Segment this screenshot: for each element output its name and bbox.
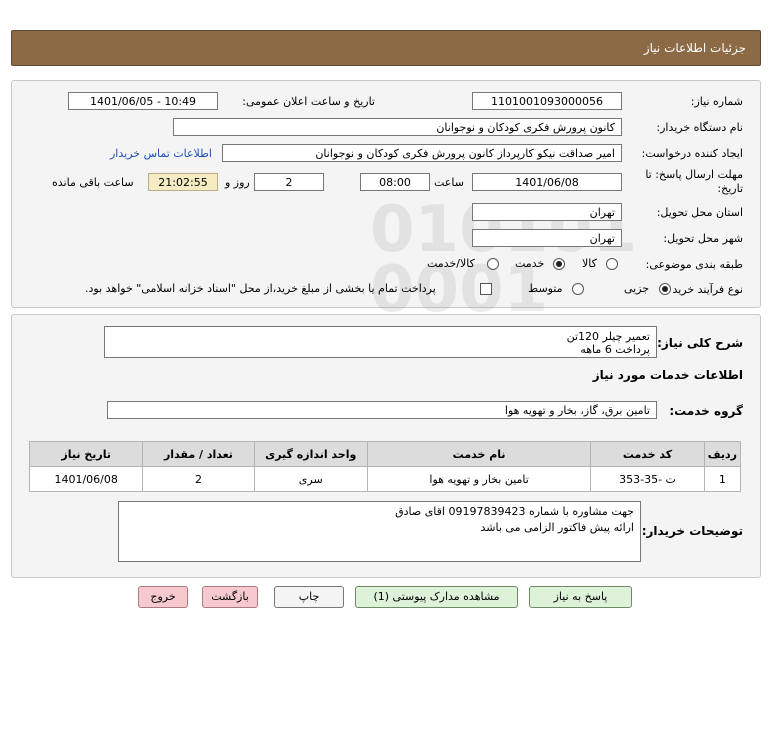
category-goods-label: کالا <box>582 257 597 270</box>
category-service-label: خدمت <box>515 257 545 270</box>
col-service-code: کد خدمت <box>590 441 705 467</box>
announce-datetime-label: تاریخ و ساعت اعلان عمومی: <box>242 95 375 108</box>
buyer-notes-line2: ارائه پیش فاکتور الزامی می باشد <box>480 521 635 534</box>
remaining-time-label: ساعت باقی مانده <box>52 176 134 189</box>
cell-row-number: 1 <box>703 466 742 492</box>
category-goods-service-radio[interactable] <box>487 258 499 270</box>
page-title: جزئیات اطلاعات نیاز <box>643 41 746 55</box>
cell-quantity: 2 <box>142 466 255 492</box>
service-group-label: گروه خدمت: <box>669 404 743 418</box>
requester-label: ایجاد کننده درخواست: <box>641 147 743 160</box>
buyer-notes-label: توضیحات خریدار: <box>641 524 743 538</box>
purchase-type-minor-radio[interactable] <box>659 283 671 295</box>
treasury-payment-checkbox[interactable] <box>480 283 492 295</box>
cell-unit: سری <box>253 466 368 492</box>
category-service-radio[interactable] <box>553 258 565 270</box>
cell-need-date: 1401/06/08 <box>28 466 144 492</box>
cell-service-code: ت -35-353 <box>590 466 705 492</box>
back-button[interactable]: بازگشت <box>202 586 258 608</box>
province-field: تهران <box>472 203 622 221</box>
view-documents-button[interactable]: مشاهده مدارک پیوستی (1) <box>355 586 518 608</box>
need-number-label: شماره نیاز: <box>690 95 743 108</box>
remaining-time-field: 21:02:55 <box>148 173 218 191</box>
buyer-contact-link[interactable]: اطلاعات تماس خریدار <box>110 147 212 160</box>
buyer-notes-line1: جهت مشاوره با شماره 09197839423 اقای صاد… <box>395 505 634 518</box>
print-button[interactable]: چاپ <box>274 586 344 608</box>
category-goods-service-label: کالا/خدمت <box>427 257 475 270</box>
buyer-org-label: نام دستگاه خریدار: <box>656 121 743 134</box>
deadline-days-field: 2 <box>254 173 324 191</box>
city-field: تهران <box>472 229 622 247</box>
category-label: طبقه بندی موضوعی: <box>645 258 743 271</box>
treasury-payment-note: پرداخت تمام یا بخشی از مبلغ خرید،از محل … <box>85 282 436 295</box>
buyer-notes-field: جهت مشاوره با شماره 09197839423 اقای صاد… <box>118 501 641 562</box>
deadline-days-label: روز و <box>225 176 250 189</box>
purchase-type-label: نوع فرآیند خرید : <box>665 283 743 296</box>
purchase-type-medium-radio[interactable] <box>572 283 584 295</box>
page-header: جزئیات اطلاعات نیاز <box>11 30 761 66</box>
need-number-field: 1101001093000056 <box>472 92 622 110</box>
requester-field: امیر صداقت نیکو کارپرداز کانون پرورش فکر… <box>222 144 622 162</box>
need-summary-label: شرح کلی نیاز: <box>657 336 743 350</box>
category-goods-radio[interactable] <box>606 258 618 270</box>
province-label: استان محل تحویل: <box>656 206 743 219</box>
service-group-field: تامین برق، گاز، بخار و تهویه هوا <box>107 401 657 419</box>
col-service-name: نام خدمت <box>366 441 592 467</box>
buyer-org-field: کانون پرورش فکری کودکان و نوجوانان <box>173 118 622 136</box>
deadline-label-line2: تاریخ: <box>717 182 743 195</box>
need-summary-field: تعمیر چیلر 120تن پرداخت 6 ماهه <box>104 326 657 358</box>
purchase-type-medium-label: متوسط <box>528 282 563 295</box>
col-need-date: تاریخ نیاز <box>28 441 144 467</box>
services-table: ردیف کد خدمت نام خدمت واحد اندازه گیری ت… <box>28 441 742 492</box>
col-unit: واحد اندازه گیری <box>253 441 368 467</box>
table-row: 1 ت -35-353 تامین بخار و تهویه هوا سری 2… <box>28 466 742 492</box>
deadline-time-label: ساعت <box>434 176 464 189</box>
services-section-title: اطلاعات خدمات مورد نیاز <box>592 368 743 382</box>
announce-datetime-field: 1401/06/05 - 10:49 <box>68 92 218 110</box>
cell-service-name: تامین بخار و تهویه هوا <box>366 466 592 492</box>
col-quantity: تعداد / مقدار <box>142 441 255 467</box>
reply-button[interactable]: پاسخ به نیاز <box>529 586 632 608</box>
purchase-type-minor-label: جزیی <box>624 282 650 295</box>
exit-button[interactable]: خروج <box>138 586 188 608</box>
city-label: شهر محل تحویل: <box>663 232 743 245</box>
deadline-date-field: 1401/06/08 <box>472 173 622 191</box>
col-row-number: ردیف <box>703 441 742 467</box>
services-table-header: ردیف کد خدمت نام خدمت واحد اندازه گیری ت… <box>28 441 742 467</box>
deadline-time-field: 08:00 <box>360 173 430 191</box>
deadline-label-line1: مهلت ارسال پاسخ: تا <box>645 168 743 181</box>
